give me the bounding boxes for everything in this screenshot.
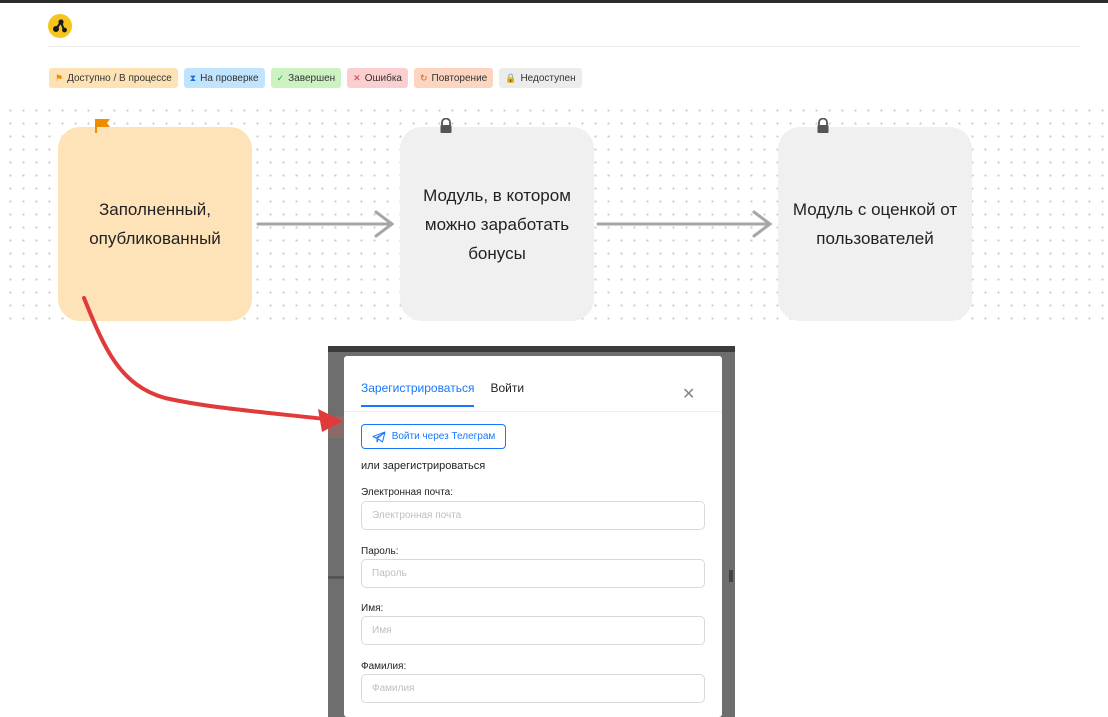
cross-icon: ✕ [353, 72, 361, 83]
tab-login[interactable]: Войти [490, 381, 524, 407]
modal-divider [344, 411, 722, 412]
check-icon: ✓ [276, 72, 285, 83]
legend-chip-available: ⚑ Доступно / В процессе [49, 68, 178, 88]
module-node-ratings[interactable]: Модуль с оценкой от пользователей [778, 127, 972, 321]
node-label: Модуль, в котором можно заработать бонус… [423, 185, 571, 263]
close-icon[interactable]: ✕ [682, 384, 695, 404]
email-field[interactable]: Электронная почта [361, 501, 705, 530]
legend-label: Доступно / В процессе [67, 72, 172, 84]
repeat-icon: ↻ [420, 72, 428, 83]
module-node-published[interactable]: Заполненный, опубликованный [58, 127, 252, 321]
or-register-text: или зарегистрироваться [361, 460, 486, 472]
legend-label: Повторение [431, 72, 488, 84]
legend-label: На проверке [200, 72, 259, 84]
node-label: Заполненный, опубликованный [89, 200, 221, 248]
password-label: Пароль: [361, 546, 399, 557]
telegram-icon [372, 431, 386, 442]
legend-chip-unavailable: 🔒 Недоступен [499, 68, 582, 88]
background-fragment [328, 576, 344, 579]
legend-chip-error: ✕ Ошибка [347, 68, 408, 88]
status-legend: ⚑ Доступно / В процессе ⧗ На проверке ✓ … [49, 68, 582, 88]
node-label: Модуль с оценкой от пользователей [792, 200, 958, 248]
lock-icon [438, 117, 456, 134]
logo-icon [53, 19, 67, 33]
legend-label: Недоступен [520, 72, 576, 84]
background-fragment [328, 416, 344, 438]
header-divider [48, 46, 1080, 47]
auth-modal: Зарегистрироваться Войти ✕ Войти через Т… [344, 356, 722, 717]
modal-backdrop [328, 346, 735, 352]
email-label: Электронная почта: [361, 487, 454, 498]
app-logo[interactable] [48, 14, 72, 38]
background-fragment [729, 570, 733, 582]
lock-icon [815, 117, 833, 134]
telegram-login-button[interactable]: Войти через Телеграм [361, 424, 506, 449]
password-field[interactable]: Пароль [361, 559, 705, 588]
tab-register[interactable]: Зарегистрироваться [361, 381, 475, 407]
legend-chip-completed: ✓ Завершен [270, 68, 342, 88]
flag-icon [94, 118, 112, 134]
legend-label: Завершен [288, 72, 336, 84]
auth-tabs: Зарегистрироваться Войти [361, 381, 524, 407]
last-name-field[interactable]: Фамилия [361, 674, 705, 703]
legend-label: Ошибка [364, 72, 402, 84]
first-name-field[interactable]: Имя [361, 616, 705, 645]
telegram-button-label: Войти через Телеграм [391, 431, 496, 442]
legend-chip-repeat: ↻ Повторение [414, 68, 494, 88]
screenshot-inset: Зарегистрироваться Войти ✕ Войти через Т… [328, 346, 735, 717]
lock-icon: 🔒 [505, 72, 517, 83]
window-top-border [0, 0, 1108, 3]
first-name-label: Имя: [361, 603, 384, 614]
hourglass-icon: ⧗ [189, 72, 197, 83]
last-name-label: Фамилия: [361, 661, 407, 672]
module-node-bonuses[interactable]: Модуль, в котором можно заработать бонус… [400, 127, 594, 321]
legend-chip-review: ⧗ На проверке [183, 68, 265, 88]
flag-icon: ⚑ [55, 72, 64, 83]
